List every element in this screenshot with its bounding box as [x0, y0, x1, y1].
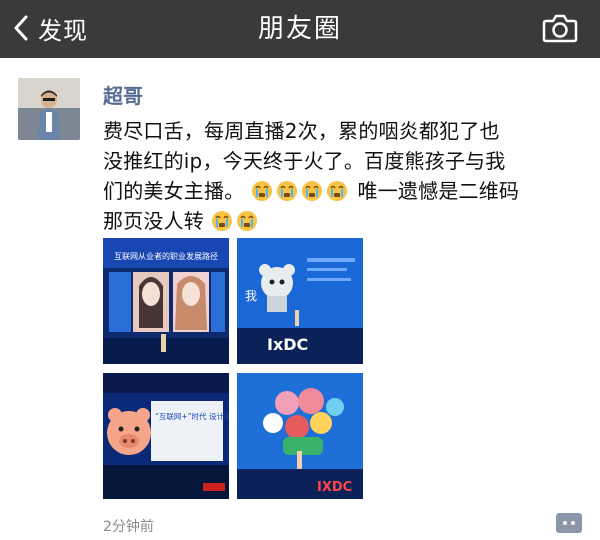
moment-post: 超哥 费尽口舌，每周直播2次，累的咽炎都犯了也 没推红的ip，今天终于火了。百度…: [0, 58, 600, 540]
post-text-segment: 们的美女主播。: [103, 179, 245, 203]
photo-thumbnail[interactable]: 我 IxDC: [237, 238, 363, 364]
username[interactable]: 超哥: [103, 80, 143, 109]
crying-face-emoji: [236, 211, 257, 231]
post-text-segment: 那页没人转: [103, 209, 204, 233]
post-text: 费尽口舌，每周直播2次，累的咽炎都犯了也 没推红的ip，今天终于火了。百度熊孩子…: [103, 116, 563, 236]
post-text-line: 那页没人转: [103, 206, 563, 236]
crying-face-emoji: [251, 181, 272, 201]
crying-face-emoji: [326, 181, 347, 201]
photo-grid: 互联网从业者的职业发展路径 我 IxDC “互联网+”时代 设计进 IXDC: [103, 238, 363, 499]
comment-icon[interactable]: [556, 513, 582, 533]
photo-thumbnail[interactable]: IXDC: [237, 373, 363, 499]
photo-caption: IXDC: [317, 480, 352, 495]
post-text-line: 费尽口舌，每周直播2次，累的咽炎都犯了也: [103, 119, 500, 143]
post-text-line: 没推红的ip，今天终于火了。百度熊孩子与我: [103, 149, 506, 173]
photo-caption: 我: [245, 289, 257, 303]
post-timestamp: 2分钟前: [103, 519, 154, 535]
post-text-line: 们的美女主播。 唯一遗憾是二维码: [103, 176, 563, 206]
post-text-segment: 唯一遗憾是二维码: [357, 179, 520, 203]
crying-face-emoji: [211, 211, 232, 231]
photo-caption: “互联网+”时代 设计进阶之路: [155, 411, 229, 421]
crying-face-emoji: [276, 181, 297, 201]
photo-thumbnail[interactable]: 互联网从业者的职业发展路径: [103, 238, 229, 364]
photo-caption: 互联网从业者的职业发展路径: [114, 251, 218, 261]
nav-bar: 发现 朋友圈: [0, 0, 600, 58]
svg-text:IxDC: IxDC: [267, 335, 308, 354]
photo-thumbnail[interactable]: “互联网+”时代 设计进阶之路: [103, 373, 229, 499]
avatar-image: [18, 78, 80, 140]
crying-face-emoji: [301, 181, 322, 201]
page-title: 朋友圈: [257, 14, 342, 44]
avatar[interactable]: [18, 78, 80, 140]
camera-icon[interactable]: [542, 12, 578, 44]
